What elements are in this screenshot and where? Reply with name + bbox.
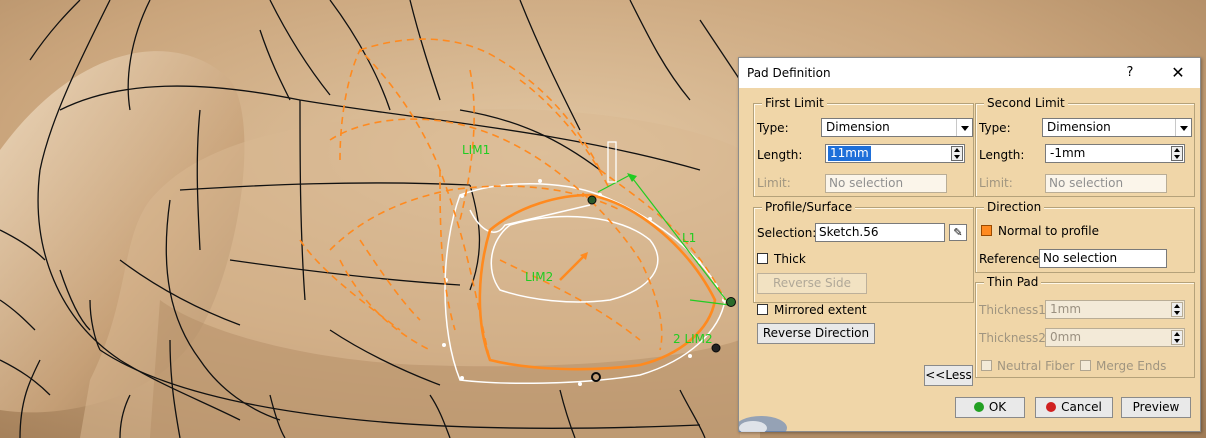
selection-field[interactable]: Sketch.56 (815, 223, 945, 242)
thickness1-input[interactable]: 1mm (1045, 300, 1185, 319)
second-length-input[interactable]: -1mm (1045, 144, 1185, 163)
sketch-edit-icon[interactable]: ✎ (949, 224, 967, 241)
first-limit-field[interactable]: No selection (825, 174, 947, 193)
chevron-down-icon[interactable] (956, 119, 972, 136)
spin-arrows-icon[interactable] (951, 146, 963, 161)
second-limit-field[interactable]: No selection (1045, 174, 1167, 193)
first-length-input[interactable]: 11mm (825, 144, 965, 163)
thick-label: Thick (774, 252, 806, 266)
second-type-value: Dimension (1047, 120, 1111, 134)
preview-button[interactable]: Preview (1121, 397, 1191, 418)
first-limit-label: Limit: (757, 176, 791, 190)
second-type-label: Type: (979, 121, 1011, 135)
thickness2-input[interactable]: 0mm (1045, 328, 1185, 347)
spin-arrows-icon[interactable] (1171, 146, 1183, 161)
second-length-value: -1mm (1050, 146, 1086, 160)
mirrored-extent-checkbox[interactable] (757, 304, 768, 315)
first-type-label: Type: (757, 121, 789, 135)
thin-pad-title: Thin Pad (984, 275, 1042, 289)
direction-title: Direction (984, 200, 1045, 214)
neutral-fiber-checkbox[interactable] (981, 360, 992, 371)
spin-arrows-icon[interactable] (1171, 302, 1183, 317)
lim1-label: LIM1 (462, 143, 490, 157)
first-limit-title: First Limit (762, 96, 827, 110)
spin-arrows-icon[interactable] (1171, 330, 1183, 345)
reverse-direction-button[interactable]: Reverse Direction (757, 323, 875, 344)
cancel-label: Cancel (1061, 400, 1102, 414)
cancel-icon (1046, 402, 1057, 412)
dialog-titlebar[interactable]: Pad Definition ? ✕ (739, 58, 1200, 88)
thickness2-label: Thickness2: (979, 331, 1050, 345)
catia-logo-icon (739, 416, 787, 432)
first-length-label: Length: (757, 148, 803, 162)
normal-to-profile-checkbox[interactable] (981, 225, 992, 236)
second-limit-label: Limit: (979, 176, 1013, 190)
reverse-side-button[interactable]: Reverse Side (757, 273, 867, 294)
dialog-title: Pad Definition (747, 66, 831, 80)
first-type-combo[interactable]: Dimension (821, 118, 973, 137)
first-type-value: Dimension (826, 120, 890, 134)
reference-label: Reference: (979, 252, 1044, 266)
merge-ends-checkbox[interactable] (1080, 360, 1091, 371)
neutral-fiber-label: Neutral Fiber (997, 359, 1075, 373)
profile-surface-title: Profile/Surface (762, 200, 856, 214)
second-type-combo[interactable]: Dimension (1042, 118, 1192, 137)
reference-field[interactable]: No selection (1039, 249, 1167, 268)
second-limit-title: Second Limit (984, 96, 1068, 110)
normal-to-profile-label: Normal to profile (998, 224, 1099, 238)
l2-label: 2 LIM2 (673, 332, 713, 346)
first-length-value: 11mm (828, 146, 871, 161)
second-length-label: Length: (979, 148, 1025, 162)
chevron-down-icon[interactable] (1175, 119, 1191, 136)
selection-label: Selection: (757, 226, 817, 240)
help-button[interactable]: ? (1119, 63, 1141, 83)
lim2-label: LIM2 (525, 270, 553, 284)
less-button[interactable]: <<Less (924, 365, 973, 386)
cancel-button[interactable]: Cancel (1035, 397, 1113, 418)
merge-ends-label: Merge Ends (1096, 359, 1167, 373)
l1-label: L1 (682, 231, 696, 245)
pad-definition-dialog: Pad Definition ? ✕ First Limit Type: Dim… (738, 57, 1201, 432)
mirrored-extent-label: Mirrored extent (774, 303, 867, 317)
thick-checkbox[interactable] (757, 253, 768, 264)
thickness1-value: 1mm (1050, 302, 1082, 316)
thickness1-label: Thickness1: (979, 303, 1050, 317)
ok-label: OK (988, 400, 1007, 414)
ok-button[interactable]: OK (955, 397, 1025, 418)
ok-icon (973, 402, 984, 412)
thickness2-value: 0mm (1050, 330, 1082, 344)
close-button[interactable]: ✕ (1165, 62, 1191, 84)
